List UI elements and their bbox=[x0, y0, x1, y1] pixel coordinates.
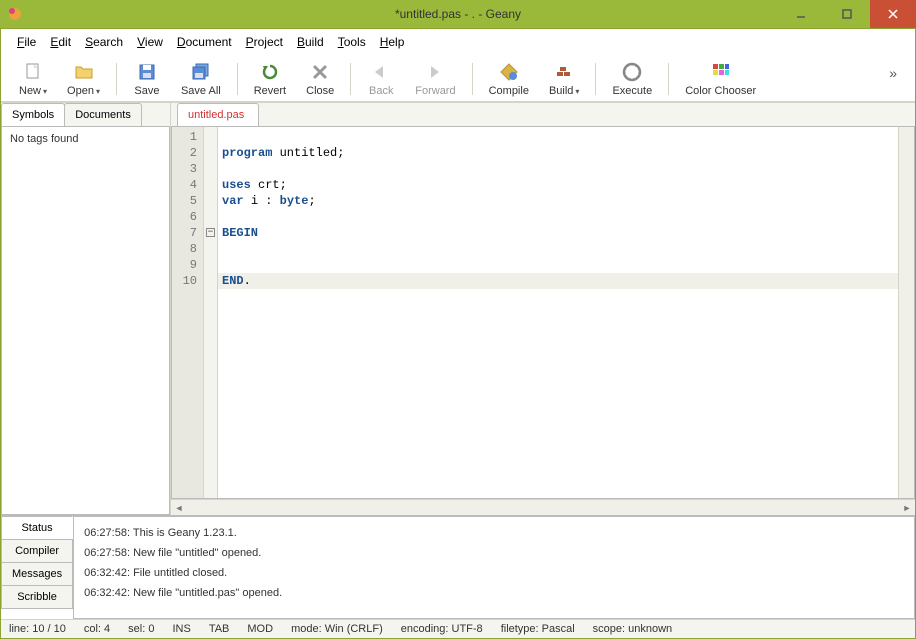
menu-edit[interactable]: Edit bbox=[44, 33, 77, 51]
toolbar: New▾ Open▾ Save Save All Revert Close Ba… bbox=[1, 55, 915, 102]
forward-arrow-icon bbox=[424, 61, 446, 83]
back-button[interactable]: Back bbox=[357, 59, 405, 99]
sidebar-content: No tags found bbox=[1, 126, 170, 515]
bottom-tab-compiler[interactable]: Compiler bbox=[1, 539, 73, 563]
open-folder-icon bbox=[73, 61, 95, 83]
execute-button[interactable]: Execute bbox=[602, 59, 662, 99]
menubar: FileEditSearchViewDocumentProjectBuildTo… bbox=[1, 29, 915, 55]
status-scope: scope: unknown bbox=[593, 623, 673, 635]
toolbar-overflow[interactable]: » bbox=[879, 59, 907, 87]
open-button[interactable]: Open▾ bbox=[57, 59, 110, 99]
new-file-icon bbox=[22, 61, 44, 83]
bottom-tab-status[interactable]: Status bbox=[1, 516, 73, 540]
menu-search[interactable]: Search bbox=[79, 33, 129, 51]
statusbar: line: 10 / 10 col: 4 sel: 0 INS TAB MOD … bbox=[1, 619, 915, 638]
close-button[interactable] bbox=[870, 0, 916, 28]
compile-icon bbox=[498, 61, 520, 83]
sidebar-tab-symbols[interactable]: Symbols bbox=[1, 103, 65, 126]
compile-button[interactable]: Compile bbox=[479, 59, 539, 99]
menu-help[interactable]: Help bbox=[374, 33, 411, 51]
message-panel: StatusCompilerMessagesScribble 06:27:58:… bbox=[1, 515, 915, 619]
fold-gutter[interactable]: − bbox=[204, 127, 218, 498]
menu-tools[interactable]: Tools bbox=[332, 33, 372, 51]
minimize-button[interactable] bbox=[778, 0, 824, 28]
close-file-button[interactable]: Close bbox=[296, 59, 344, 99]
forward-button[interactable]: Forward bbox=[405, 59, 465, 99]
titlebar: *untitled.pas - . - Geany bbox=[0, 0, 916, 28]
menu-view[interactable]: View bbox=[131, 33, 169, 51]
log-line: 06:27:58: This is Geany 1.23.1. bbox=[84, 523, 904, 543]
editor[interactable]: 12345678910 − program untitled;uses crt;… bbox=[171, 126, 915, 499]
status-log: 06:27:58: This is Geany 1.23.1.06:27:58:… bbox=[73, 516, 915, 619]
log-line: 06:32:42: File untitled closed. bbox=[84, 563, 904, 583]
revert-icon bbox=[259, 61, 281, 83]
editor-tab[interactable]: untitled.pas bbox=[177, 103, 259, 126]
save-all-button[interactable]: Save All bbox=[171, 59, 231, 99]
menu-project[interactable]: Project bbox=[240, 33, 289, 51]
menu-file[interactable]: File bbox=[11, 33, 42, 51]
log-line: 06:27:58: New file "untitled" opened. bbox=[84, 543, 904, 563]
new-button[interactable]: New▾ bbox=[9, 59, 57, 99]
menu-document[interactable]: Document bbox=[171, 33, 238, 51]
color-chooser-button[interactable]: Color Chooser bbox=[675, 59, 766, 99]
app-icon bbox=[6, 5, 24, 23]
build-button[interactable]: Build▾ bbox=[539, 59, 589, 99]
save-icon bbox=[136, 61, 158, 83]
status-col: col: 4 bbox=[84, 623, 110, 635]
bottom-tab-scribble[interactable]: Scribble bbox=[1, 585, 73, 609]
status-filetype: filetype: Pascal bbox=[501, 623, 575, 635]
revert-button[interactable]: Revert bbox=[244, 59, 296, 99]
window-title: *untitled.pas - . - Geany bbox=[395, 7, 521, 21]
color-chooser-icon bbox=[710, 61, 732, 83]
vertical-scrollbar[interactable] bbox=[898, 127, 914, 498]
code-area[interactable]: program untitled;uses crt;var i : byte;B… bbox=[218, 127, 898, 498]
bottom-tab-messages[interactable]: Messages bbox=[1, 562, 73, 586]
sidebar-tab-documents[interactable]: Documents bbox=[64, 103, 142, 126]
build-icon bbox=[553, 61, 575, 83]
status-mod: MOD bbox=[247, 623, 273, 635]
save-button[interactable]: Save bbox=[123, 59, 171, 99]
sidebar: SymbolsDocuments No tags found bbox=[1, 103, 171, 515]
close-icon bbox=[309, 61, 331, 83]
status-line: line: 10 / 10 bbox=[9, 623, 66, 635]
status-encoding: encoding: UTF-8 bbox=[401, 623, 483, 635]
horizontal-scrollbar[interactable]: ◄► bbox=[171, 499, 915, 515]
status-mode: mode: Win (CRLF) bbox=[291, 623, 383, 635]
log-line: 06:32:42: New file "untitled.pas" opened… bbox=[84, 583, 904, 603]
menu-build[interactable]: Build bbox=[291, 33, 330, 51]
execute-icon bbox=[621, 61, 643, 83]
line-number-gutter: 12345678910 bbox=[172, 127, 204, 498]
maximize-button[interactable] bbox=[824, 0, 870, 28]
status-ins: INS bbox=[172, 623, 190, 635]
status-sel: sel: 0 bbox=[128, 623, 154, 635]
back-arrow-icon bbox=[370, 61, 392, 83]
save-all-icon bbox=[190, 61, 212, 83]
status-tab: TAB bbox=[209, 623, 230, 635]
